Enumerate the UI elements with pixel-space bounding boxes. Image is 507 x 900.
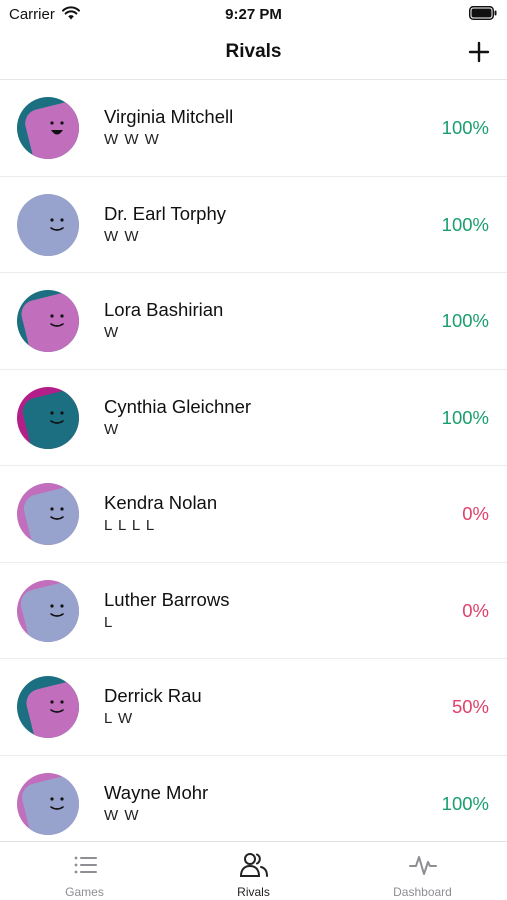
battery-icon: [469, 6, 497, 25]
avatar: [17, 772, 79, 835]
win-percentage: 100%: [441, 213, 489, 235]
rival-row[interactable]: Cynthia Gleichner W 100%: [0, 370, 507, 466]
plus-icon: [468, 41, 490, 63]
tab-rivals[interactable]: Rivals: [169, 842, 338, 900]
people-icon: [239, 850, 269, 880]
avatar: [17, 676, 79, 738]
win-percentage: 100%: [441, 792, 489, 814]
win-percentage: 0%: [462, 503, 489, 524]
rival-row[interactable]: Virginia Mitchell W W W 100%: [0, 80, 507, 177]
rival-record: L: [104, 613, 114, 631]
rival-record: L W: [104, 710, 134, 727]
tab-label: Rivals: [237, 885, 270, 899]
win-percentage: 100%: [441, 117, 489, 138]
rival-row[interactable]: Wayne Mohr W W 100%: [0, 756, 507, 842]
rival-record: W W W: [104, 131, 160, 148]
tab-games[interactable]: Games: [0, 842, 169, 900]
rival-row[interactable]: Derrick Rau L W 50%: [0, 659, 507, 756]
avatar: [17, 386, 79, 449]
rivals-list: Virginia Mitchell W W W 100% Dr. Earl Torph…: [0, 80, 507, 841]
status-bar: Carrier 9:27 PM: [0, 0, 507, 28]
list-icon: [70, 850, 100, 880]
rival-row[interactable]: Kendra Nolan L L L L 0%: [0, 466, 507, 563]
rival-name: Virginia Mitchell: [104, 106, 234, 127]
win-percentage: 100%: [441, 406, 489, 428]
tab-label: Dashboard: [393, 885, 452, 899]
rival-record: W W: [104, 227, 140, 245]
add-rival-button[interactable]: [465, 38, 493, 66]
avatar: [17, 579, 79, 642]
win-percentage: 0%: [462, 599, 489, 621]
avatar: [17, 290, 79, 352]
rival-name: Kendra Nolan: [104, 492, 218, 513]
avatar: [17, 483, 79, 545]
rival-row[interactable]: Luther Barrows L 0%: [0, 563, 507, 659]
rival-record: W W: [104, 806, 140, 824]
win-percentage: 50%: [451, 696, 489, 717]
avatar: [17, 97, 79, 159]
rival-record: W: [104, 324, 120, 341]
rival-name: Lora Bashirian: [104, 299, 224, 320]
tab-bar: Games Rivals Dashboard: [0, 841, 507, 900]
rival-name: Derrick Rau: [104, 685, 202, 706]
status-time: 9:27 PM: [225, 6, 282, 23]
rival-name: Wayne Mohr: [104, 781, 209, 803]
rival-name: Dr. Earl Torphy: [104, 202, 227, 224]
rival-record: W: [104, 420, 120, 438]
tab-label: Games: [65, 885, 104, 899]
rival-record: L L L L: [104, 517, 156, 534]
rival-name: Luther Barrows: [104, 588, 230, 610]
tab-dashboard[interactable]: Dashboard: [338, 842, 507, 900]
rival-row[interactable]: Lora Bashirian W 100%: [0, 273, 507, 370]
rival-row[interactable]: Dr. Earl Torphy W W 100%: [0, 177, 507, 273]
avatar: [17, 193, 79, 256]
win-percentage: 100%: [441, 310, 489, 331]
navigation-bar: Rivals: [0, 28, 507, 80]
page-title: Rivals: [225, 41, 282, 62]
pulse-icon: [408, 850, 438, 880]
rival-name: Cynthia Gleichner: [104, 395, 252, 417]
